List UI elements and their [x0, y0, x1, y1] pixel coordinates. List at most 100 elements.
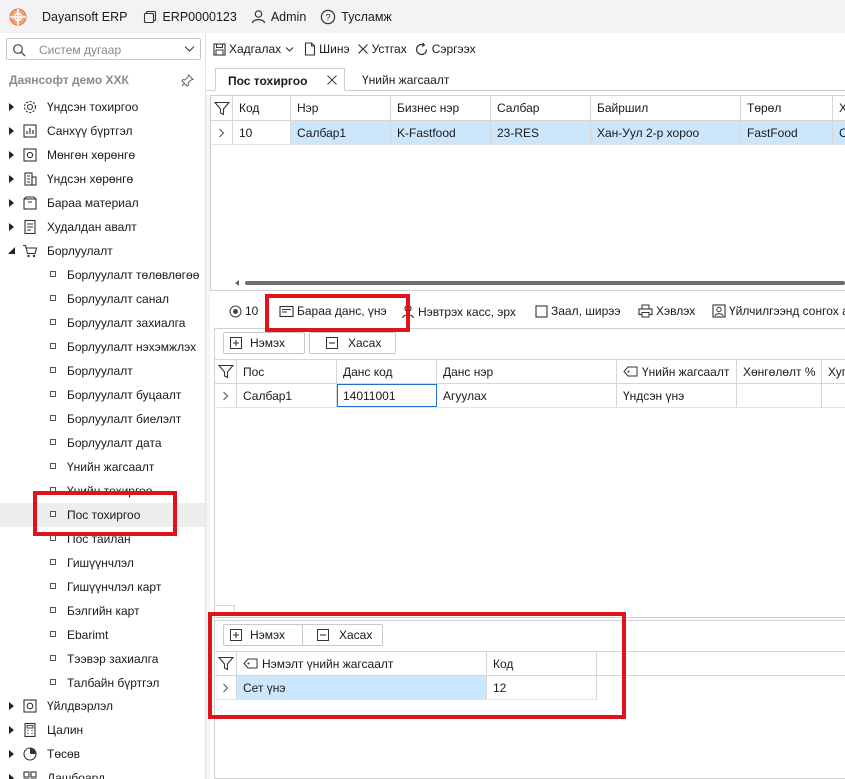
column-header[interactable]: Хөнгөлөлт %: [737, 360, 822, 383]
sidebar-subitem-7[interactable]: Борлуулалт дата: [0, 431, 205, 455]
sidebar-subitem-11[interactable]: Пос тайлан: [0, 527, 205, 551]
column-header[interactable]: Нэр: [291, 96, 391, 120]
pin-icon[interactable]: [181, 74, 194, 87]
sidebar-item-top-2[interactable]: Мөнгөн хөрөнгө: [0, 143, 205, 167]
tab-goods-account-price[interactable]: Бараа данс, үнэ: [279, 304, 387, 318]
table-cell[interactable]: K-Fastfood: [391, 121, 491, 144]
column-header[interactable]: Нэмэлт үнийн жагсаалт: [237, 652, 487, 675]
sidebar-subitem-0[interactable]: Борлуулалт төлөвлөгөө: [0, 263, 205, 287]
collapsed-arrow-icon[interactable]: [7, 174, 16, 184]
horizontal-scrollbar[interactable]: [233, 279, 845, 287]
column-header[interactable]: Код: [487, 652, 597, 675]
add-button[interactable]: Нэмэх: [223, 332, 305, 354]
sidebar-item-top-3[interactable]: Үндсэн хөрөнгө: [0, 167, 205, 191]
collapsed-arrow-icon[interactable]: [7, 150, 16, 160]
sidebar-subitem-15[interactable]: Ebarimt: [0, 623, 205, 647]
new-button[interactable]: Шинэ: [304, 42, 350, 56]
table-cell[interactable]: Үндсэн үнэ: [617, 384, 737, 407]
column-header[interactable]: Данс нэр: [437, 360, 617, 383]
column-header[interactable]: Бизнес нэр: [391, 96, 491, 120]
collapsed-arrow-icon[interactable]: [7, 701, 16, 711]
help-button[interactable]: ? Тусламж: [320, 9, 392, 25]
sidebar-subitem-12[interactable]: Гишүүнчлэл: [0, 551, 205, 575]
table-cell[interactable]: [822, 384, 845, 407]
sidebar-item-bottom-3[interactable]: Дашбоард: [0, 766, 205, 779]
column-header[interactable]: Хуг: [822, 360, 845, 383]
delete-button[interactable]: Устгах: [357, 42, 407, 56]
table-cell[interactable]: Агуулах: [437, 384, 617, 407]
table-cell[interactable]: [737, 384, 822, 407]
tab-service-select[interactable]: Үйлчилгээнд сонгох а: [712, 304, 845, 318]
collapsed-arrow-icon[interactable]: [7, 749, 16, 759]
expanded-arrow-icon[interactable]: [7, 246, 16, 255]
sidebar-subitem-14[interactable]: Бэлгийн карт: [0, 599, 205, 623]
table-cell[interactable]: 10: [233, 121, 291, 144]
account-code-editor[interactable]: 14011001: [337, 384, 437, 407]
chevron-down-icon[interactable]: [184, 45, 195, 53]
sidebar-subitem-5[interactable]: Борлуулалт буцаалт: [0, 383, 205, 407]
column-header[interactable]: Үнийн жагсаалт: [617, 360, 737, 383]
table-cell[interactable]: Сет үнэ: [237, 676, 487, 700]
column-header[interactable]: Данс код: [337, 360, 437, 383]
sidebar-subitem-9[interactable]: Үнийн тохиргоо: [0, 479, 205, 503]
record-number-tab[interactable]: 10: [229, 304, 258, 318]
tab-pos-settings[interactable]: Пос тохиргоо: [215, 68, 345, 91]
sidebar-subitem-3[interactable]: Борлуулалт нэхэмжлэх: [0, 335, 205, 359]
sidebar-item-top-1[interactable]: Санхүү бүртгэл: [0, 119, 205, 143]
collapsed-arrow-icon[interactable]: [7, 126, 16, 136]
filter-cell[interactable]: [215, 360, 237, 383]
sidebar-item-top-5[interactable]: Худалдан авалт: [0, 215, 205, 239]
sidebar-item-bottom-2[interactable]: Төсөв: [0, 742, 205, 766]
table-cell[interactable]: 12: [487, 676, 597, 700]
sidebar-item-top-4[interactable]: Бараа материал: [0, 191, 205, 215]
collapsed-arrow-icon[interactable]: [7, 773, 16, 779]
sidebar-subitem-13[interactable]: Гишүүнчлэл карт: [0, 575, 205, 599]
collapsed-arrow-icon[interactable]: [7, 198, 16, 208]
collapsed-arrow-icon[interactable]: [7, 102, 16, 112]
filter-cell[interactable]: [211, 96, 233, 120]
user-button[interactable]: Admin: [251, 9, 306, 24]
table-cell[interactable]: 23-RES: [491, 121, 591, 144]
tab-print[interactable]: Хэвлэх: [638, 304, 695, 318]
scroll-left-icon[interactable]: [233, 279, 241, 287]
table-cell[interactable]: FastFood: [741, 121, 833, 144]
table-row[interactable]: Салбар1 14011001 Агуулах Үндсэн үнэ: [215, 384, 845, 408]
filter-cell[interactable]: [215, 652, 237, 675]
sidebar-subitem-17[interactable]: Талбайн бүртгэл: [0, 671, 205, 695]
table-cell[interactable]: Хан-Уул 2-р хороо: [591, 121, 741, 144]
table-row[interactable]: 10 Салбар1 K-Fastfood 23-RES Хан-Уул 2-р…: [211, 121, 845, 145]
sidebar-subitem-4[interactable]: Борлуулалт: [0, 359, 205, 383]
column-header[interactable]: Байршил: [591, 96, 741, 120]
sidebar-item-bottom-1[interactable]: Цалин: [0, 718, 205, 742]
sidebar-subitem-6[interactable]: Борлуулалт биелэлт: [0, 407, 205, 431]
scrollbar-thumb[interactable]: [245, 281, 845, 285]
table-row[interactable]: Сет үнэ 12: [215, 676, 845, 700]
sidebar-item-bottom-0[interactable]: Үйлдвэрлэл: [0, 694, 205, 718]
sidebar-item-top-6[interactable]: Борлуулалт: [0, 239, 205, 263]
tab-hall-table[interactable]: Заал, ширээ: [535, 304, 621, 318]
collapsed-arrow-icon[interactable]: [7, 725, 16, 735]
tab-cashier-access[interactable]: Нэвтрэх касс, эрх: [401, 304, 516, 319]
column-header[interactable]: Х: [833, 96, 845, 120]
remove-button[interactable]: Хасах: [302, 624, 383, 646]
column-header[interactable]: Төрөл: [741, 96, 833, 120]
column-header[interactable]: Салбар: [491, 96, 591, 120]
table-cell[interactable]: Салбар1: [291, 121, 391, 144]
table-cell[interactable]: С: [833, 121, 845, 144]
column-header[interactable]: Код: [233, 96, 291, 120]
close-icon[interactable]: [326, 74, 338, 86]
remove-button[interactable]: Хасах: [309, 332, 396, 354]
sidebar-subitem-2[interactable]: Борлуулалт захиалга: [0, 311, 205, 335]
refresh-button[interactable]: Сэргээх: [414, 42, 476, 57]
table-cell[interactable]: Салбар1: [237, 384, 337, 407]
sidebar-subitem-10[interactable]: Пос тохиргоо: [0, 503, 205, 527]
column-header[interactable]: Пос: [237, 360, 337, 383]
sidebar-item-top-0[interactable]: Үндсэн тохиргоо: [0, 95, 205, 119]
sidebar-subitem-16[interactable]: Тээвэр захиалга: [0, 647, 205, 671]
collapsed-arrow-icon[interactable]: [7, 222, 16, 232]
sidebar-subitem-1[interactable]: Борлуулалт санал: [0, 287, 205, 311]
erp-code-button[interactable]: ERP0000123: [143, 10, 237, 24]
chevron-down-icon[interactable]: [285, 46, 294, 53]
save-button[interactable]: Хадгалах: [213, 42, 297, 56]
system-number-search[interactable]: Систем дугаар: [6, 38, 201, 60]
